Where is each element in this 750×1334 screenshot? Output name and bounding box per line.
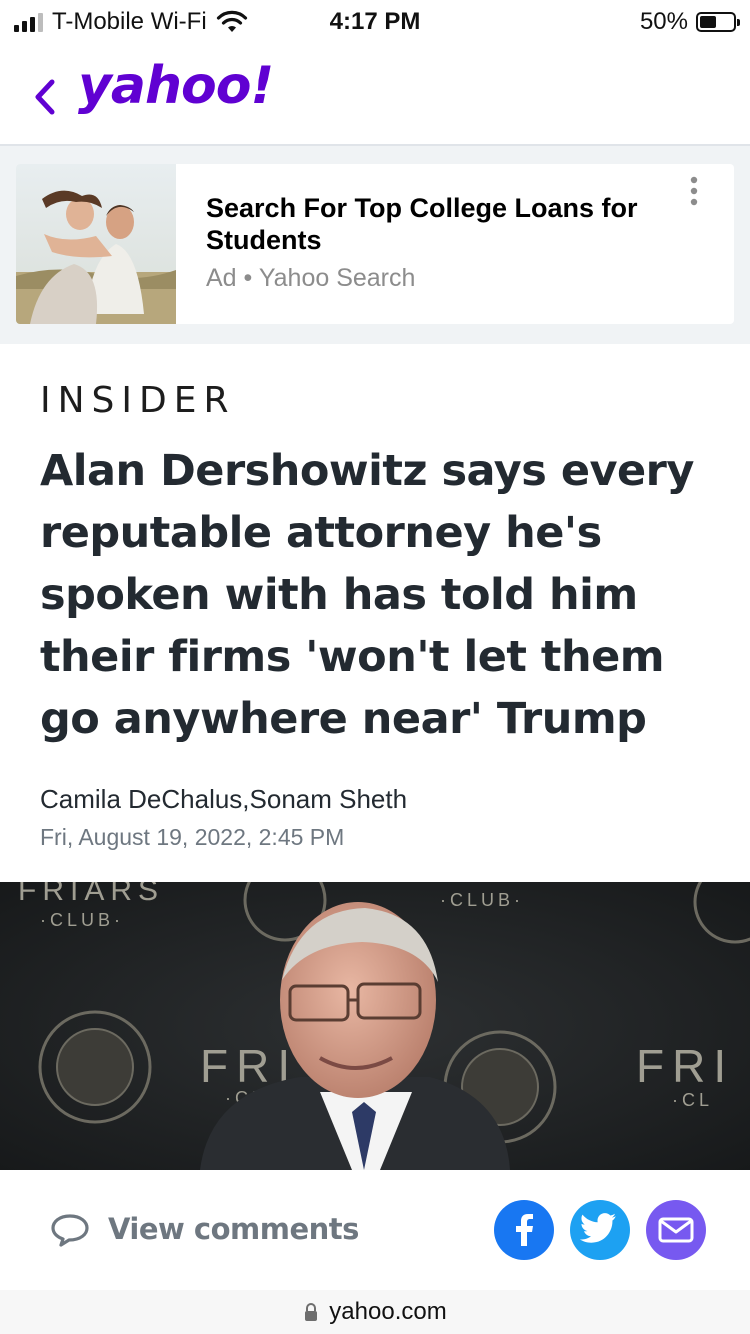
status-bar: T-Mobile Wi-Fi 4:17 PM 50% xyxy=(0,0,750,42)
ad-section: Search For Top College Loans for Student… xyxy=(0,146,750,344)
mail-icon xyxy=(658,1217,694,1243)
url-container: yahoo.com xyxy=(0,1298,750,1326)
ad-source: Yahoo Search xyxy=(258,264,416,292)
twitter-icon xyxy=(579,1213,616,1243)
backdrop-cl-text-2: ·CL xyxy=(672,1090,713,1110)
battery-percent: 50% xyxy=(639,8,688,35)
backdrop-friars-text: FRIARS xyxy=(18,882,164,907)
nav-bar: yahoo! xyxy=(0,42,750,146)
lock-icon xyxy=(305,1303,318,1321)
backdrop-club-text-2: ·CLUB· xyxy=(440,890,524,910)
browser-url-bar[interactable]: yahoo.com xyxy=(0,1290,750,1334)
speech-bubble-icon[interactable] xyxy=(50,1212,90,1248)
ad-card[interactable]: Search For Top College Loans for Student… xyxy=(16,164,734,324)
ad-separator: • xyxy=(243,264,253,292)
publisher-name: INSIDER xyxy=(40,380,236,421)
share-facebook-button[interactable] xyxy=(494,1200,554,1260)
article-headline: Alan Dershowitz says every reputable att… xyxy=(40,446,694,744)
article-authors: Camila DeChalus,Sonam Sheth xyxy=(40,784,408,814)
share-twitter-button[interactable] xyxy=(570,1200,630,1260)
article-photo: FRIARS ·CLUB· ·CLUB· FRI ·CL FRI ·CL xyxy=(0,882,750,1170)
ad-title[interactable]: Search For Top College Loans for Student… xyxy=(206,192,666,256)
ad-meta: Ad • Yahoo Search xyxy=(206,264,415,293)
status-right: 50% xyxy=(639,8,740,36)
battery-icon xyxy=(696,12,740,32)
facebook-icon xyxy=(516,1214,533,1246)
more-vertical-icon[interactable] xyxy=(684,174,704,210)
article-date: Fri, August 19, 2022, 2:45 PM xyxy=(40,824,345,850)
status-time: 4:17 PM xyxy=(329,8,421,35)
yahoo-logo[interactable]: yahoo! xyxy=(78,56,274,116)
backdrop-club-text-1: ·CLUB· xyxy=(40,910,124,930)
share-mail-button[interactable] xyxy=(646,1200,706,1260)
ad-image[interactable] xyxy=(16,164,176,324)
url-text[interactable]: yahoo.com xyxy=(329,1298,446,1326)
ad-label: Ad xyxy=(206,264,237,292)
chevron-left-icon[interactable] xyxy=(26,72,66,122)
backdrop-fri-text-2: FRI xyxy=(636,1040,734,1092)
view-comments-button[interactable]: View comments xyxy=(108,1212,359,1246)
action-bar: View comments xyxy=(0,1170,750,1291)
